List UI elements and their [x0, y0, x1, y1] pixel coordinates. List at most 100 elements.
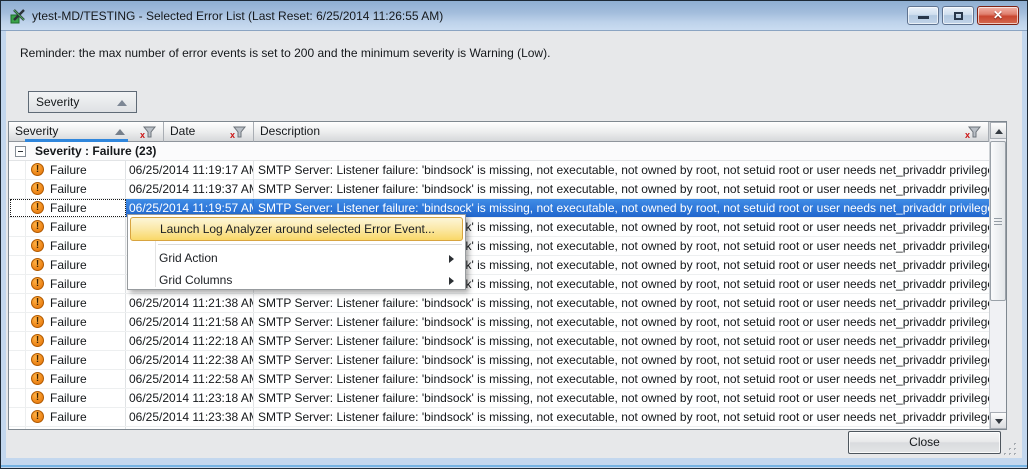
reminder-text: Reminder: the max number of error events… — [20, 46, 550, 60]
menu-item[interactable]: Grid Action — [130, 248, 463, 270]
menu-item[interactable]: Grid Columns — [130, 270, 463, 292]
row-description: SMTP Server: Listener failure: 'bindsock… — [254, 408, 989, 426]
title-bar[interactable]: ytest-MD/TESTING - Selected Error List (… — [1, 1, 1027, 31]
severity-label: Failure — [50, 296, 87, 310]
minimize-icon — [918, 16, 929, 19]
failure-exclamation-icon — [31, 182, 44, 195]
row-description: SMTP Server: Listener failure: 'bindsock… — [254, 180, 989, 198]
severity-label: Failure — [50, 182, 87, 196]
severity-cell: Failure — [25, 294, 126, 312]
row-description: SMTP Server: Listener failure: 'bindsock… — [254, 161, 989, 179]
row-date: 06/25/2014 11:19:37 AM — [126, 180, 254, 198]
table-row[interactable]: Failure 06/25/2014 11:22:58 AM SMTP Serv… — [9, 370, 1006, 389]
menu-separator — [158, 244, 462, 245]
table-row[interactable]: Failure 06/25/2014 11:21:38 AM SMTP Serv… — [9, 294, 1006, 313]
scrollbar-thumb[interactable] — [990, 141, 1006, 301]
table-row[interactable]: Failure 06/25/2014 11:23:38 AM SMTP Serv… — [9, 408, 1006, 427]
table-row[interactable]: Failure 06/25/2014 11:19:17 AM SMTP Serv… — [9, 161, 1006, 180]
severity-cell: Failure — [25, 389, 126, 407]
failure-exclamation-icon — [31, 334, 44, 347]
table-row[interactable]: Failure 06/25/2014 11:19:37 AM SMTP Serv… — [9, 180, 1006, 199]
severity-label: Failure — [50, 239, 87, 253]
column-label: Date — [170, 124, 195, 138]
menu-item[interactable]: Launch Log Analyzer around selected Erro… — [130, 217, 463, 241]
severity-label: Failure — [50, 410, 87, 424]
failure-exclamation-icon — [31, 220, 44, 233]
sort-ascending-icon — [117, 100, 127, 106]
menu-item-label: Grid Columns — [159, 273, 232, 287]
collapse-minus-icon[interactable] — [15, 146, 26, 157]
maximize-button[interactable] — [942, 6, 974, 25]
failure-exclamation-icon — [31, 296, 44, 309]
filter-icon[interactable]: x — [965, 126, 981, 139]
failure-exclamation-icon — [31, 315, 44, 328]
column-header-date[interactable]: Date x — [164, 122, 254, 142]
table-row[interactable]: Failure 06/25/2014 11:22:38 AM SMTP Serv… — [9, 351, 1006, 370]
vertical-scrollbar[interactable] — [989, 122, 1006, 429]
row-date: 06/25/2014 11:23:18 AM — [126, 389, 254, 407]
focus-rectangle — [10, 199, 126, 217]
failure-exclamation-icon — [31, 353, 44, 366]
row-description: SMTP Server: Listener failure: 'bindsock… — [254, 389, 989, 407]
table-row[interactable]: Failure 06/25/2014 11:22:18 AM SMTP Serv… — [9, 332, 1006, 351]
resize-grip-icon[interactable] — [1004, 442, 1018, 456]
close-window-button[interactable]: ✕ — [977, 6, 1019, 25]
severity-cell: Failure — [25, 237, 126, 255]
failure-exclamation-icon — [31, 277, 44, 290]
row-date: 06/25/2014 11:22:18 AM — [126, 332, 254, 350]
submenu-arrow-icon — [449, 255, 454, 263]
failure-exclamation-icon — [31, 258, 44, 271]
row-date — [126, 427, 254, 429]
app-icon — [10, 8, 26, 24]
error-list-window: ytest-MD/TESTING - Selected Error List (… — [0, 0, 1028, 469]
menu-item-label: Grid Action — [159, 251, 218, 265]
row-description: SMTP Server: Listener failure: 'bindsock… — [254, 294, 989, 312]
row-date: 06/25/2014 11:21:58 AM — [126, 313, 254, 331]
minimize-button[interactable] — [907, 6, 939, 25]
menu-item-label: Launch Log Analyzer around selected Erro… — [160, 222, 435, 236]
triangle-up-icon — [995, 129, 1003, 134]
severity-cell: Failure — [25, 161, 126, 179]
severity-label: Failure — [50, 334, 87, 348]
column-header-description[interactable]: Description x — [254, 122, 989, 142]
submenu-arrow-icon — [449, 277, 454, 285]
failure-exclamation-icon — [31, 391, 44, 404]
triangle-down-icon — [995, 419, 1003, 424]
severity-cell: Failure — [25, 332, 126, 350]
severity-cell — [25, 427, 126, 429]
grid-header: Severity x Date x Description x — [9, 122, 1006, 142]
row-date: 06/25/2014 11:22:38 AM — [126, 351, 254, 369]
severity-cell: Failure — [25, 218, 126, 236]
severity-cell: Failure — [25, 180, 126, 198]
window-bottom-accent — [1, 465, 1027, 467]
severity-cell: Failure — [25, 408, 126, 426]
row-description: SMTP Server: Listener failure: 'bindsock… — [254, 351, 989, 369]
row-description: SMTP Server: Listener failure: 'bindsock… — [254, 332, 989, 350]
table-row[interactable]: Failure 06/25/2014 11:23:18 AM SMTP Serv… — [9, 389, 1006, 408]
context-menu: Launch Log Analyzer around selected Erro… — [127, 214, 466, 290]
table-row[interactable] — [9, 427, 1006, 429]
grid-rows: Failure 06/25/2014 11:19:17 AM SMTP Serv… — [9, 161, 1006, 429]
row-date: 06/25/2014 11:21:38 AM — [126, 294, 254, 312]
row-date: 06/25/2014 11:19:17 AM — [126, 161, 254, 179]
severity-label: Failure — [50, 391, 87, 405]
severity-label: Failure — [50, 163, 87, 177]
filter-icon[interactable]: x — [230, 126, 246, 139]
scroll-up-button[interactable] — [990, 122, 1007, 139]
severity-label: Failure — [50, 372, 87, 386]
severity-label: Failure — [50, 277, 87, 291]
row-description — [254, 427, 989, 429]
filter-icon[interactable]: x — [140, 126, 156, 139]
close-button[interactable]: Close — [848, 431, 1001, 454]
group-by-severity-button[interactable]: Severity — [28, 91, 137, 113]
column-label: Description — [260, 124, 320, 138]
close-x-icon: ✕ — [978, 8, 1018, 22]
group-row-severity-failure[interactable]: Severity : Failure (23) — [9, 142, 989, 161]
row-description: SMTP Server: Listener failure: 'bindsock… — [254, 370, 989, 388]
table-row[interactable]: Failure 06/25/2014 11:21:58 AM SMTP Serv… — [9, 313, 1006, 332]
severity-cell: Failure — [25, 313, 126, 331]
scroll-down-button[interactable] — [990, 412, 1007, 429]
row-date: 06/25/2014 11:23:38 AM — [126, 408, 254, 426]
sorted-column-indicator — [25, 139, 128, 142]
maximize-icon — [954, 12, 963, 20]
